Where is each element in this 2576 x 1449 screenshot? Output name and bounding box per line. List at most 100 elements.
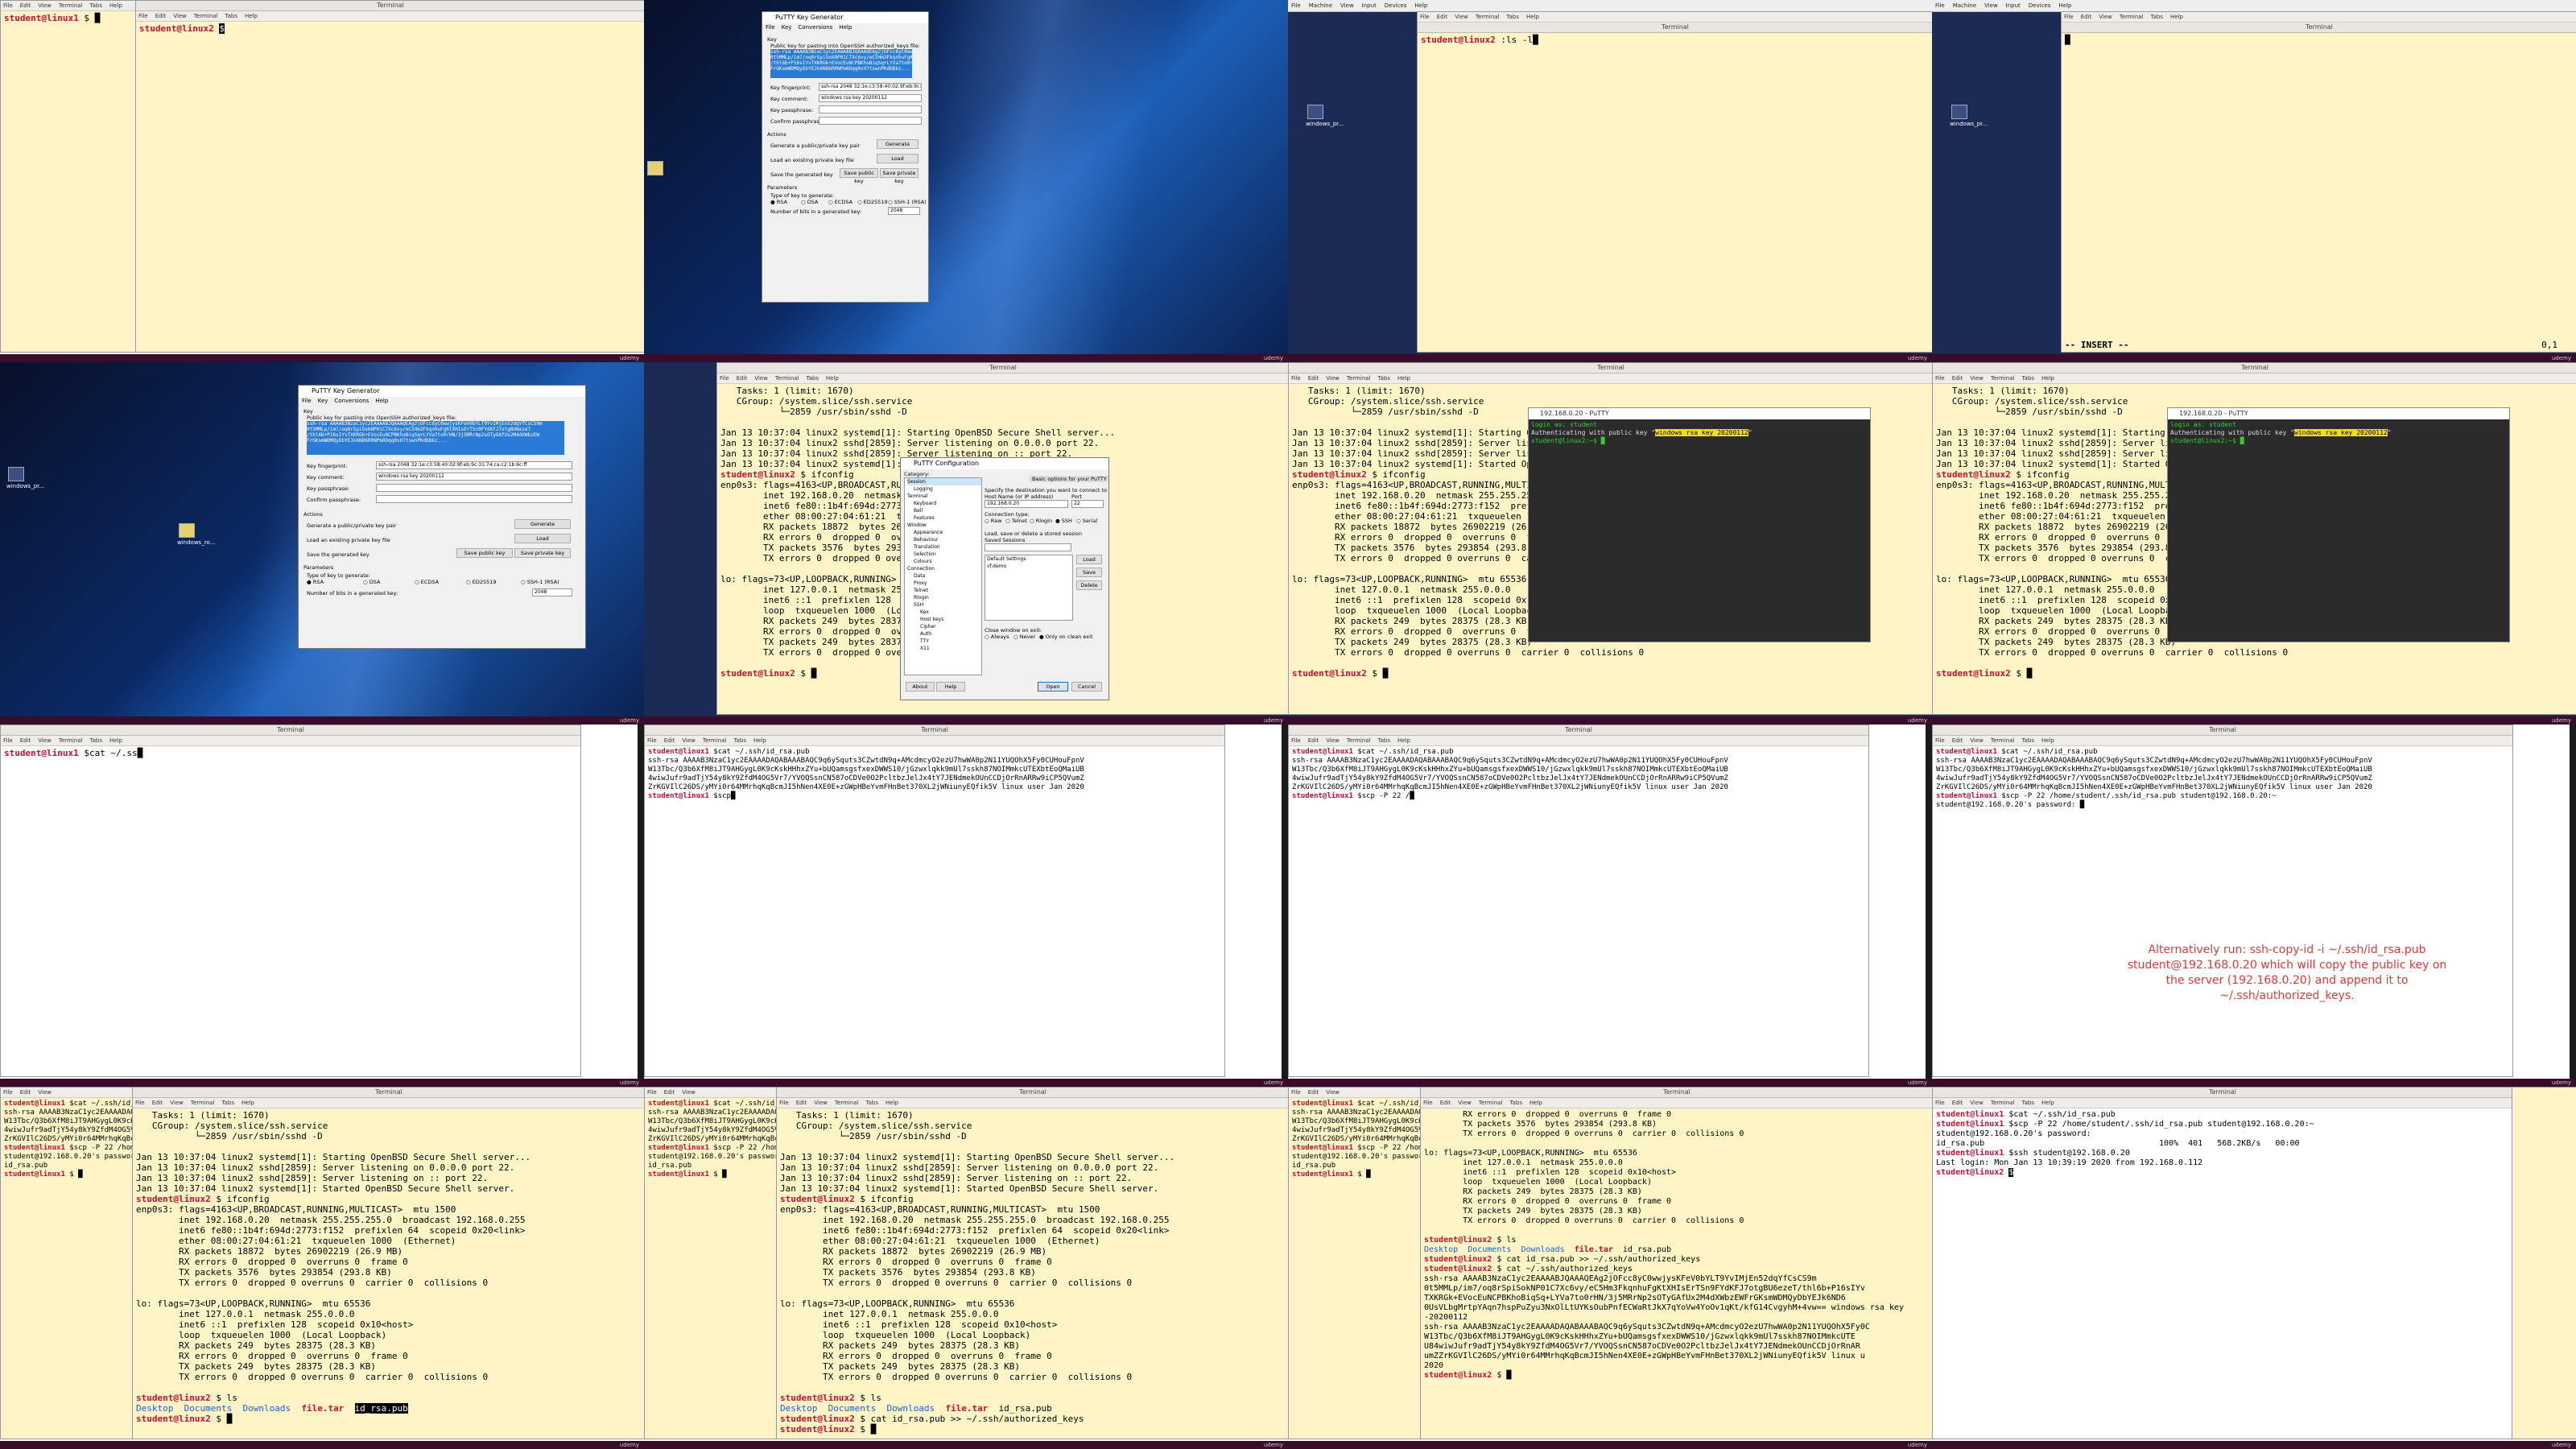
key-type-ssh1-radio[interactable]: ○ SSH-1 (RSA) <box>888 199 927 205</box>
terminal-content: student@linux1 $cat ~/.ssh/id_rsa.pub ss… <box>648 1100 779 1179</box>
sessions-list[interactable]: Default Settings vf.demo <box>985 555 1073 621</box>
category-tree[interactable]: Session Logging Terminal Keyboard Bell Featur… <box>904 477 982 675</box>
fingerprint-field[interactable]: ssh-rsa 2048 32:1e:c3:58:40:02:9f:eb:9c:… <box>376 461 572 469</box>
key-type-dsa-radio[interactable]: ○ DSA <box>801 199 818 205</box>
load-save-label: Load, save or delete a stored session <box>985 530 1083 537</box>
connection-type-label: Connection type: <box>985 511 1030 518</box>
terminal-linux1[interactable]: Terminal File Edit View Terminal Tabs Help st… <box>1932 724 2513 1077</box>
frame-7: Terminal File Edit View Terminal Tabs Help Ta… <box>1288 362 1932 724</box>
save-private-key-button[interactable]: Save private key <box>514 548 571 558</box>
key-type-ecdsa-radio[interactable]: ○ ECDSA <box>415 579 439 585</box>
terminal-menubar: File Edit View Terminal Tabs Help <box>717 374 1288 384</box>
confirm-field[interactable] <box>819 117 922 125</box>
conn-telnet-radio[interactable]: ○ Telnet <box>1005 518 1027 524</box>
bits-label: Number of bits in a generated key: <box>307 590 398 597</box>
key-type-ed25519-radio[interactable]: ○ ED25519 <box>857 199 888 205</box>
delete-session-button[interactable]: Delete <box>1076 580 1102 590</box>
putty-session-window[interactable]: 192.168.0.20 - PuTTY login as: student A… <box>2167 407 2510 642</box>
save-public-key-button[interactable]: Save public key <box>840 168 878 184</box>
conn-rlogin-radio[interactable]: ○ Rlogin <box>1030 518 1052 524</box>
passphrase-field[interactable] <box>819 105 922 114</box>
terminal-linux1[interactable]: File Edit View student@linux1 $cat ~/.ssh/… <box>644 1087 779 1439</box>
key-type-ed25519-radio[interactable]: ○ ED25519 <box>466 579 497 585</box>
terminal-linux2[interactable]: Terminal File Edit View Terminal Tabs Help Ta… <box>132 1087 644 1439</box>
terminal-menubar: File Edit View Terminal Tabs Help <box>1289 736 1868 746</box>
terminal-linux2-edge[interactable] <box>2512 1087 2576 1439</box>
generate-button[interactable]: Generate <box>514 519 571 529</box>
basic-options-label: Basic options for your PuTTY session <box>1030 476 1108 482</box>
host-input[interactable]: 192.168.0.20 <box>985 500 1068 508</box>
conn-serial-radio[interactable]: ○ Serial <box>1076 518 1097 524</box>
key-type-ecdsa-radio[interactable]: ○ ECDSA <box>828 199 852 205</box>
generate-button[interactable]: Generate <box>877 139 919 149</box>
save-public-key-button[interactable]: Save public key <box>456 548 513 558</box>
key-type-rsa-radio[interactable]: ● RSA <box>770 199 787 205</box>
load-session-button[interactable]: Load <box>1076 555 1102 564</box>
terminal-linux2[interactable]: File Edit View Terminal Tabs Help Terminal st… <box>1417 11 1932 353</box>
desktop-file-icon[interactable]: windows_ro... <box>177 523 215 547</box>
comment-field[interactable]: windows rsa key 20200112 <box>819 94 922 102</box>
desktop-vm-icon[interactable]: windows_pr... <box>1306 105 1344 129</box>
save-private-key-button[interactable]: Save private key <box>880 168 919 184</box>
save-session-button[interactable]: Save <box>1076 568 1102 577</box>
vm-edge <box>2570 724 2576 1087</box>
open-button[interactable]: Open <box>1038 682 1068 691</box>
key-type-rsa-radio[interactable]: ● RSA <box>307 579 324 585</box>
terminal-linux1[interactable]: Terminal File Edit View Terminal Tabs Help st… <box>1288 724 1869 1077</box>
terminal-linux2[interactable]: Terminal File Edit View Terminal Tabs Help RX… <box>1420 1087 1932 1439</box>
terminal-linux1[interactable]: File Edit View Terminal Tabs Help student@lin… <box>0 0 137 353</box>
close-always-radio[interactable]: ○ Always <box>985 634 1009 640</box>
terminal-titlebar: Terminal <box>1 725 580 736</box>
load-button[interactable]: Load <box>514 534 571 543</box>
key-type-label: Type of key to generate: <box>307 572 370 579</box>
confirm-field[interactable] <box>376 495 572 503</box>
close-clean-radio[interactable]: ● Only on clean exit <box>1039 634 1093 640</box>
key-type-label: Type of key to generate: <box>770 192 834 199</box>
bits-field[interactable]: 2048 <box>532 588 572 597</box>
pubkey-textarea[interactable]: ssh-rsa AAAAB3NzaC1yc2EAAAABJQAAAQEAg2jO… <box>307 421 564 455</box>
terminal-linux1[interactable]: File Edit View student@linux1 $cat ~/.ssh/… <box>1288 1087 1423 1439</box>
pubkey-textarea[interactable]: ssh-rsa AAAAB3NzaC1yc2EAAAABJQAAAQEAg2jO… <box>770 49 912 78</box>
terminal-linux2[interactable]: Terminal File Edit View Terminal Tabs Help st… <box>135 0 644 353</box>
comment-field[interactable]: windows rsa key 20200112 <box>376 473 572 481</box>
bits-field[interactable]: 2048 <box>888 207 920 215</box>
saved-session-input[interactable] <box>985 543 1071 551</box>
frame-1: File Edit View Terminal Tabs Help student@lin… <box>0 0 644 362</box>
terminal-content: student@linux1 $cat ~/.ssh/id_rsa.pub ss… <box>1292 1100 1423 1179</box>
terminal-titlebar: Terminal <box>136 1 644 11</box>
close-never-radio[interactable]: ○ Never <box>1013 634 1035 640</box>
port-input[interactable]: 22 <box>1071 500 1104 508</box>
bits-label: Number of bits in a generated key: <box>770 208 862 215</box>
terminal-linux1[interactable]: Terminal File Edit View Terminal Tabs Help st… <box>644 724 1225 1077</box>
frame-6: Terminal File Edit View Terminal Tabs Help Ta… <box>644 362 1288 724</box>
desktop-vm-icon[interactable]: windows_pr... <box>6 467 44 491</box>
putty-session-window[interactable]: 192.168.0.20 - PuTTY login as: student A… <box>1528 407 1871 642</box>
help-button[interactable]: Help <box>936 682 965 691</box>
putty-session-title: 192.168.0.20 - PuTTY <box>2168 408 2509 419</box>
key-group: Key <box>767 36 777 43</box>
fingerprint-field[interactable]: ssh-rsa 2048 32:1e:c3:58:40:02:9f:eb:9c:… <box>819 83 922 91</box>
cancel-button[interactable]: Cancel <box>1071 682 1102 691</box>
terminal-linux1[interactable]: File Edit View student@linux1 $cat ~/.ssh/… <box>0 1087 135 1439</box>
terminal-content: student@linux1 $cat ~/.ssh/id_rsa.pub ss… <box>1936 748 2372 809</box>
conn-ssh-radio[interactable]: ● SSH <box>1055 518 1072 524</box>
terminal-linux1[interactable]: Terminal File Edit View Terminal Tabs Help st… <box>0 724 581 1077</box>
terminal-titlebar: Terminal <box>777 1088 1288 1098</box>
conn-raw-radio[interactable]: ○ Raw <box>985 518 1001 524</box>
passphrase-field[interactable] <box>376 484 572 492</box>
taskbar: udemy <box>644 1441 1288 1449</box>
terminal-vim[interactable]: File Edit View Terminal Tabs Help Terminal █ … <box>2061 11 2576 353</box>
key-type-ssh1-radio[interactable]: ○ SSH-1 (RSA) <box>521 579 559 585</box>
puttygen-menubar: File Key Conversions Help <box>302 398 389 404</box>
fingerprint-label: Key fingerprint: <box>307 463 348 469</box>
terminal-titlebar: Terminal <box>1289 363 1932 374</box>
load-button[interactable]: Load <box>877 154 919 163</box>
terminal-linux2[interactable]: Terminal File Edit View Terminal Tabs Help Ta… <box>776 1087 1288 1439</box>
desktop-file-icon[interactable] <box>646 161 665 185</box>
key-type-dsa-radio[interactable]: ○ DSA <box>363 579 380 585</box>
about-button[interactable]: About <box>906 682 935 691</box>
terminal-menubar: File Edit View Terminal Tabs Help <box>1421 1098 1932 1108</box>
terminal-content: student@linux1 $cat ~/.ssh/id_rsa.pub st… <box>1936 1110 2314 1177</box>
desktop-vm-icon[interactable]: windows_pr... <box>1950 105 1988 129</box>
terminal-linux1[interactable]: Terminal File Edit View Terminal Tabs Help st… <box>1932 1087 2513 1439</box>
